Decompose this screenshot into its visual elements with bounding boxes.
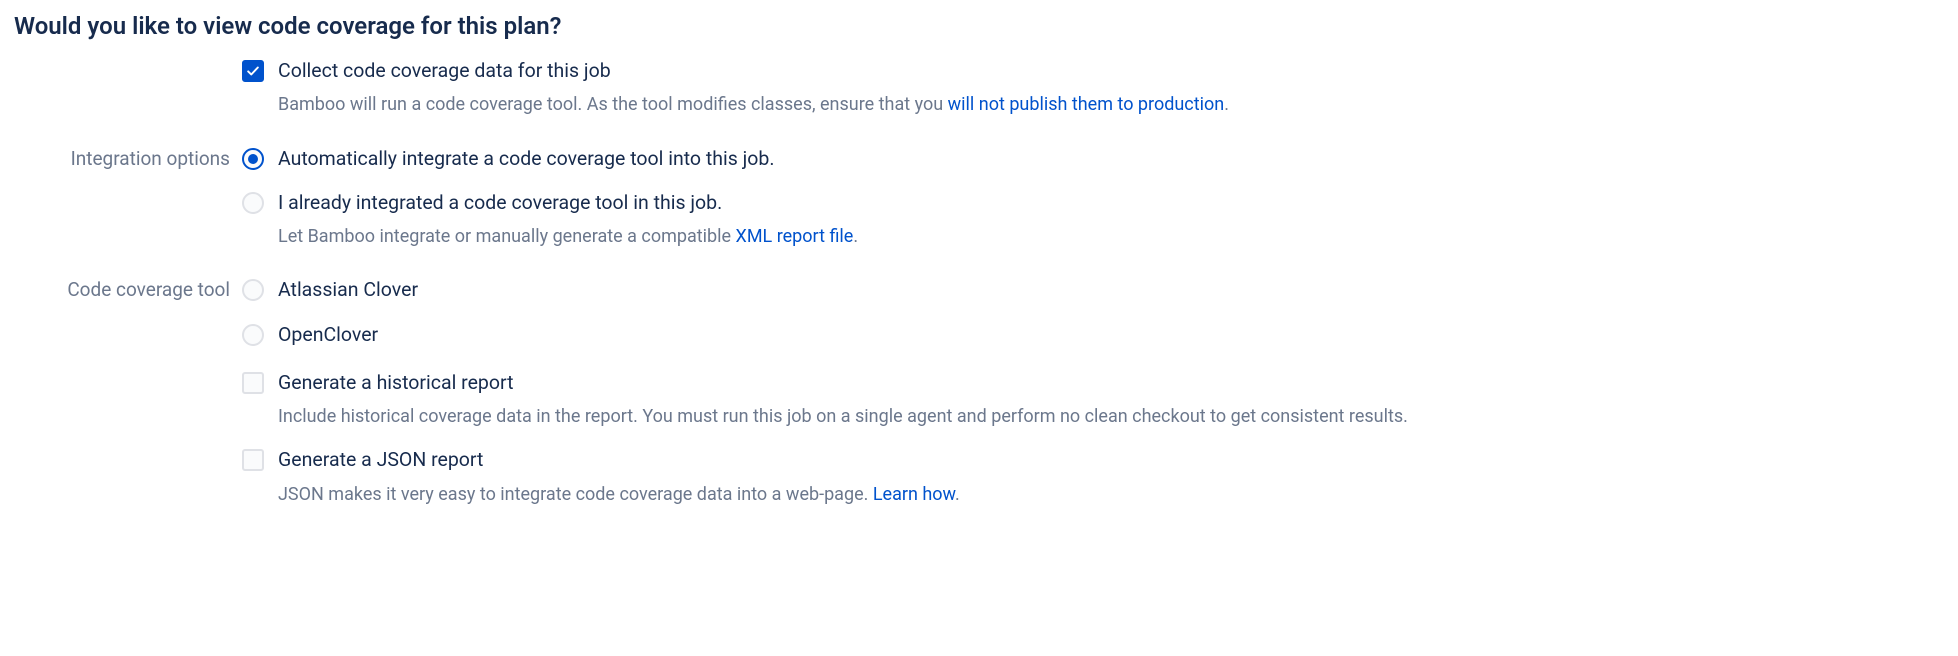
integration-auto-label: Automatically integrate a code coverage … xyxy=(278,146,775,172)
collect-desc-prefix: Bamboo will run a code coverage tool. As… xyxy=(278,94,948,115)
json-desc-suffix: . xyxy=(955,484,960,505)
collect-coverage-desc: Bamboo will run a code coverage tool. As… xyxy=(278,92,1944,117)
integration-desc-prefix: Let Bamboo integrate or manually generat… xyxy=(278,226,736,247)
xml-report-file-link[interactable]: XML report file xyxy=(736,226,854,247)
historical-report-desc: Include historical coverage data in the … xyxy=(278,404,1944,429)
tool-clover-label: Atlassian Clover xyxy=(278,277,418,303)
tool-openclover-radio[interactable] xyxy=(242,324,264,346)
integration-auto-radio[interactable] xyxy=(242,148,264,170)
collect-coverage-label: Collect code coverage data for this job xyxy=(278,58,611,84)
integration-desc-suffix: . xyxy=(853,226,858,247)
json-report-label: Generate a JSON report xyxy=(278,447,483,473)
no-production-publish-link[interactable]: will not publish them to production xyxy=(948,94,1225,115)
integration-options-section-label: Integration options xyxy=(14,146,242,268)
json-report-desc: JSON makes it very easy to integrate cod… xyxy=(278,482,1944,507)
collect-label-spacer xyxy=(14,58,242,136)
historical-report-checkbox[interactable] xyxy=(242,372,264,394)
collect-coverage-checkbox[interactable] xyxy=(242,60,264,82)
historical-report-label: Generate a historical report xyxy=(278,370,513,396)
check-icon xyxy=(246,64,260,78)
collect-desc-suffix: . xyxy=(1224,94,1229,115)
integration-desc: Let Bamboo integrate or manually generat… xyxy=(278,224,1944,249)
integration-manual-label: I already integrated a code coverage too… xyxy=(278,190,722,216)
learn-how-link[interactable]: Learn how xyxy=(873,484,955,505)
page-heading: Would you like to view code coverage for… xyxy=(14,12,1944,40)
integration-manual-radio[interactable] xyxy=(242,192,264,214)
tool-openclover-label: OpenClover xyxy=(278,322,378,348)
json-report-checkbox[interactable] xyxy=(242,449,264,471)
tool-clover-radio[interactable] xyxy=(242,279,264,301)
coverage-tool-section-label: Code coverage tool xyxy=(14,277,242,507)
json-desc-prefix: JSON makes it very easy to integrate cod… xyxy=(278,484,873,505)
